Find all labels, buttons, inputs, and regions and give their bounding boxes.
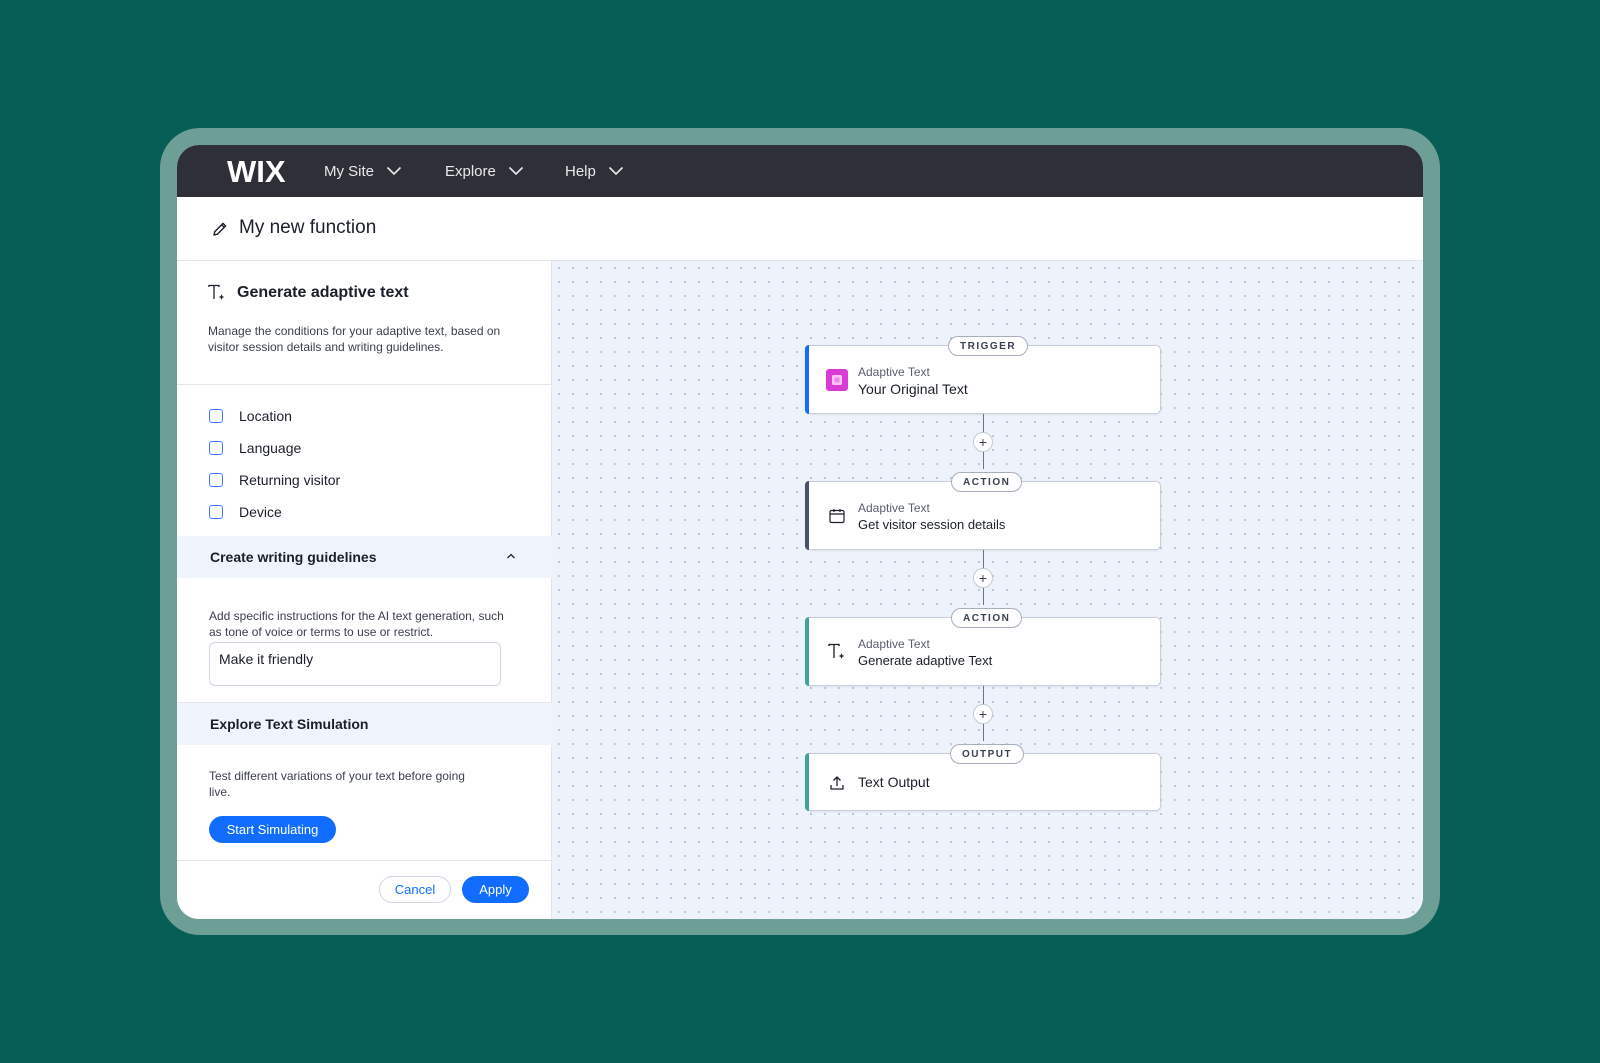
section-title: Explore Text Simulation: [210, 716, 369, 732]
node-accent: [805, 753, 809, 811]
condition-label: Language: [239, 440, 302, 456]
chevron-down-icon: [608, 166, 623, 176]
node-badge-output: OUTPUT: [950, 744, 1025, 764]
node-badge-trigger: TRIGGER: [948, 336, 1029, 356]
node-title: Generate adaptive Text: [858, 653, 993, 668]
start-simulating-button[interactable]: Start Simulating: [209, 816, 336, 843]
simulation-description: Test different variations of your text b…: [209, 769, 465, 799]
chevron-up-icon: [507, 553, 515, 559]
node-subtitle: Adaptive Text: [858, 501, 930, 515]
node-accent: [805, 481, 809, 550]
node-title: Get visitor session details: [858, 517, 1006, 532]
condition-returning-visitor[interactable]: Returning visitor: [209, 472, 340, 488]
upload-icon: [826, 772, 848, 794]
add-step-button[interactable]: +: [973, 432, 993, 452]
nav-explore[interactable]: Explore: [445, 145, 524, 197]
nav-my-site[interactable]: My Site: [324, 145, 402, 197]
text-sparkle-icon: [208, 284, 225, 300]
node-title: Your Original Text: [858, 381, 968, 397]
node-accent: [805, 617, 809, 686]
condition-label: Location: [239, 408, 292, 424]
condition-language[interactable]: Language: [209, 440, 301, 456]
checkbox[interactable]: [209, 505, 223, 519]
divider: [177, 860, 552, 861]
guidelines-description: Add specific instructions for the AI tex…: [209, 609, 504, 639]
function-title-bar: My new function: [177, 197, 1423, 261]
node-subtitle: Adaptive Text: [858, 637, 930, 651]
wix-logo: WIX: [227, 154, 286, 189]
condition-label: Returning visitor: [239, 472, 341, 488]
condition-location[interactable]: Location: [209, 408, 292, 424]
divider: [177, 384, 552, 385]
nav-label: My Site: [324, 162, 375, 180]
function-title[interactable]: My new function: [239, 217, 376, 239]
checkbox[interactable]: [209, 473, 223, 487]
flow-canvas[interactable]: + + + Adaptive Text Your Original Text T…: [552, 261, 1423, 919]
settings-panel: Generate adaptive text Manage the condit…: [177, 261, 552, 919]
calendar-icon: [826, 505, 848, 527]
node-subtitle: Adaptive Text: [858, 365, 930, 379]
panel-description: Manage the conditions for your adaptive …: [208, 324, 501, 354]
checkbox[interactable]: [209, 409, 223, 423]
guidelines-input[interactable]: Make it friendly: [209, 642, 501, 686]
apply-button[interactable]: Apply: [462, 876, 529, 903]
node-accent: [805, 345, 809, 414]
guidelines-section-toggle[interactable]: Create writing guidelines: [177, 536, 552, 578]
add-step-button[interactable]: +: [973, 568, 993, 588]
add-step-button[interactable]: +: [973, 704, 993, 724]
panel-title: Generate adaptive text: [237, 284, 409, 301]
nav-label: Help: [565, 162, 596, 180]
nav-label: Explore: [445, 162, 496, 180]
simulation-section-header: Explore Text Simulation: [177, 703, 552, 745]
adaptive-text-app-icon: [826, 369, 848, 391]
chevron-down-icon: [508, 166, 523, 176]
top-nav: WIX My Site Explore Help: [177, 145, 1423, 197]
condition-label: Device: [239, 504, 282, 520]
section-title: Create writing guidelines: [210, 549, 377, 565]
checkbox[interactable]: [209, 441, 223, 455]
pencil-icon[interactable]: [210, 219, 230, 239]
node-badge-action: ACTION: [951, 608, 1023, 628]
chevron-down-icon: [386, 166, 402, 176]
node-badge-action: ACTION: [951, 472, 1023, 492]
nav-help[interactable]: Help: [565, 145, 624, 197]
condition-device[interactable]: Device: [209, 504, 282, 520]
app-window: WIX My Site Explore Help My new function…: [177, 145, 1423, 919]
cancel-button[interactable]: Cancel: [379, 876, 451, 903]
node-title: Text Output: [858, 774, 930, 790]
panel-heading: Generate adaptive text: [207, 283, 409, 303]
text-sparkle-icon: [826, 641, 848, 663]
